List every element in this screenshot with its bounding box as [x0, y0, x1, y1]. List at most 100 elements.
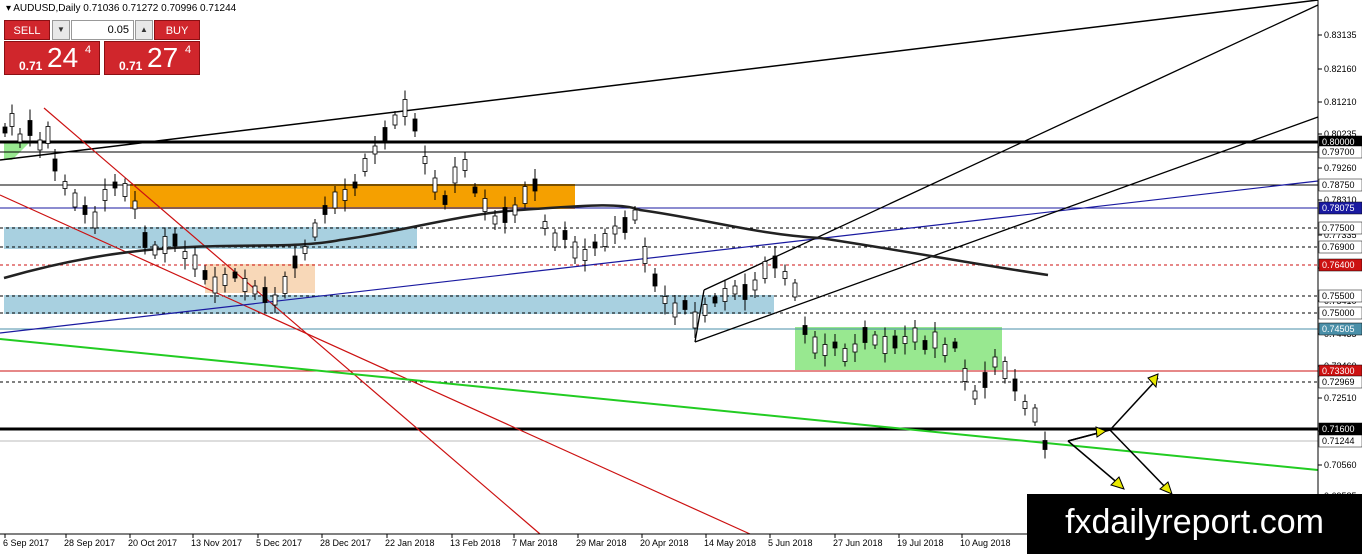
candle-body [422, 156, 428, 164]
candle-body [482, 198, 488, 212]
time-tick-label: 5 Dec 2017 [256, 538, 302, 548]
supply-zone [130, 184, 575, 209]
candle-body [822, 344, 828, 356]
price-chart[interactable]: 0.831350.821600.812100.802350.792600.783… [0, 0, 1362, 554]
candle-body [52, 158, 58, 172]
candle-body [17, 133, 23, 143]
candle-body [562, 230, 568, 240]
candle-body [382, 127, 388, 143]
candle-body [662, 296, 668, 304]
ohlc-values: 0.71036 0.71272 0.70996 0.71244 [83, 3, 237, 14]
lot-size-input[interactable]: 0.05 [71, 20, 134, 40]
candle-body [222, 274, 228, 286]
candle-body [172, 233, 178, 247]
candle-body [322, 205, 328, 215]
time-tick-label: 19 Jul 2018 [897, 538, 944, 548]
time-tick-label: 7 Mar 2018 [512, 538, 558, 548]
candle-body [252, 285, 258, 295]
price-tick-label: 0.79260 [1324, 163, 1357, 173]
time-tick-label: 28 Sep 2017 [64, 538, 115, 548]
candle-body [232, 271, 238, 279]
candle-body [62, 181, 68, 189]
candle-body [892, 335, 898, 349]
time-tick-label: 20 Oct 2017 [128, 538, 177, 548]
candle-body [602, 233, 608, 247]
candle-body [132, 200, 138, 210]
sell-price-button[interactable]: 0.71 24 4 [4, 41, 100, 75]
candle-body [862, 327, 868, 343]
time-tick-label: 5 Jun 2018 [768, 538, 813, 548]
candle-body [592, 241, 598, 249]
candle-body [952, 341, 958, 349]
candle-body [902, 336, 908, 344]
time-tick-label: 14 May 2018 [704, 538, 756, 548]
candle-body [362, 158, 368, 172]
level-label-text: 0.73300 [1322, 366, 1355, 376]
sell-price-big: 24 [47, 42, 79, 73]
candle-body [992, 356, 998, 368]
candle-body [582, 249, 588, 261]
candle-body [1042, 440, 1048, 450]
candle-body [122, 183, 128, 197]
candle-body [752, 279, 758, 291]
candle-body [282, 276, 288, 294]
candle-body [802, 325, 808, 335]
buy-price-button[interactable]: 0.71 27 4 [104, 41, 200, 75]
one-click-trading-panel: SELL ▼ 0.05 ▲ BUY 0.71 24 4 0.71 27 4 [4, 20, 200, 75]
time-tick-label: 13 Feb 2018 [450, 538, 501, 548]
lot-decrease-icon[interactable]: ▼ [52, 20, 70, 40]
candle-body [302, 246, 308, 254]
price-tick-label: 0.81210 [1324, 97, 1357, 107]
candle-body [82, 205, 88, 215]
level-label-text: 0.80000 [1322, 137, 1355, 147]
candle-body [1002, 361, 1008, 379]
candle-body [552, 232, 558, 248]
level-label-text: 0.75500 [1322, 291, 1355, 301]
level-label-text: 0.75000 [1322, 308, 1355, 318]
candle-body [572, 241, 578, 259]
price-tick-label: 0.70560 [1324, 460, 1357, 470]
candle-body [432, 177, 438, 193]
candle-body [462, 159, 468, 171]
sell-button[interactable]: SELL [4, 20, 50, 40]
candle-body [212, 276, 218, 294]
candle-body [92, 211, 98, 229]
candle-body [2, 126, 8, 134]
candle-body [732, 285, 738, 295]
support-zone-lower [4, 295, 774, 314]
candle-body [642, 246, 648, 264]
candle-body [45, 126, 51, 144]
candle-body [622, 217, 628, 233]
buy-button[interactable]: BUY [154, 20, 200, 40]
candle-body [852, 343, 858, 353]
candle-body [37, 139, 43, 151]
candle-body [162, 236, 168, 254]
candle-body [912, 327, 918, 343]
candle-body [702, 304, 708, 316]
candle-body [522, 186, 528, 204]
candle-body [342, 189, 348, 201]
level-label-text: 0.71600 [1322, 424, 1355, 434]
candle-body [682, 300, 688, 310]
demand-zone [205, 264, 315, 293]
candle-body [27, 120, 33, 136]
candle-body [742, 284, 748, 300]
candle-body [532, 178, 538, 192]
candle-body [812, 336, 818, 354]
price-tick-label: 0.83135 [1324, 30, 1357, 40]
candle-body [142, 232, 148, 248]
level-label-text: 0.76400 [1322, 260, 1355, 270]
candle-body [402, 99, 408, 117]
candle-body [1012, 378, 1018, 392]
candle-body [442, 195, 448, 205]
candle-body [772, 255, 778, 269]
symbol-header: ▾ AUDUSD,Daily 0.71036 0.71272 0.70996 0… [6, 3, 236, 14]
lot-increase-icon[interactable]: ▲ [135, 20, 153, 40]
candle-body [632, 209, 638, 221]
level-label-text: 0.72969 [1322, 377, 1355, 387]
candle-body [712, 296, 718, 304]
candle-body [872, 334, 878, 346]
candle-body [502, 207, 508, 223]
time-tick-label: 6 Sep 2017 [3, 538, 49, 548]
candle-body [542, 221, 548, 229]
